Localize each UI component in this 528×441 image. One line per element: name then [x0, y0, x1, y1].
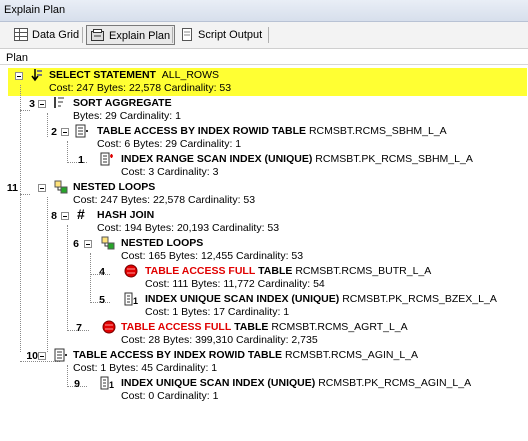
toolbar-separator	[82, 27, 83, 43]
svg-text:1: 1	[109, 380, 114, 390]
svg-text:1: 1	[133, 296, 138, 306]
tree-connector	[20, 85, 21, 352]
op-object: RCMSBT.RCMS_SBHM_L_A	[308, 125, 447, 137]
op-detail: Cost: 247 Bytes: 22,578 Cardinality: 53	[49, 82, 232, 94]
script-output-icon	[180, 28, 194, 41]
full-scan-icon	[102, 320, 116, 334]
index-unique-icon: 1	[124, 292, 138, 306]
op-detail: Cost: 1 Bytes: 17 Cardinality: 1	[145, 306, 290, 318]
step-number: 3	[29, 98, 35, 110]
collapse-toggle[interactable]	[61, 128, 69, 136]
op-name: TABLE	[234, 321, 269, 333]
toolbar-separator	[268, 27, 269, 43]
op-detail: Cost: 3 Cardinality: 3	[121, 166, 219, 178]
plan-section-label: Plan	[0, 49, 528, 65]
op-object: RCMSBT.PK_RCMS_BZEX_L_A	[342, 293, 497, 305]
step-number: 4	[99, 266, 105, 278]
op-name: TABLE ACCESS BY INDEX ROWID TABLE	[97, 125, 307, 137]
collapse-toggle[interactable]	[38, 184, 46, 192]
nested-loops-icon	[54, 180, 68, 194]
op-name: NESTED LOOPS	[121, 237, 204, 249]
op-detail: Cost: 28 Bytes: 399,310 Cardinality: 2,7…	[121, 334, 318, 346]
tree-connector	[20, 110, 30, 111]
op-detail: Cost: 194 Bytes: 20,193 Cardinality: 53	[97, 222, 280, 234]
window-title: Explain Plan	[0, 0, 528, 22]
op-name: TABLE	[258, 265, 293, 277]
step-number: 10	[26, 350, 38, 362]
nested-loops-icon	[101, 236, 115, 250]
collapse-toggle[interactable]	[15, 72, 23, 80]
tab-data-grid-label: Data Grid	[32, 29, 80, 41]
full-scan-icon	[124, 264, 138, 278]
op-name: INDEX UNIQUE SCAN INDEX (UNIQUE)	[145, 293, 340, 305]
tab-data-grid[interactable]: Data Grid	[10, 25, 83, 45]
op-detail: Cost: 1 Bytes: 45 Cardinality: 1	[73, 362, 218, 374]
op-name: SORT AGGREGATE	[73, 97, 172, 109]
index-scan-icon	[100, 152, 113, 166]
tab-explain-plan[interactable]: Explain Plan	[86, 25, 176, 45]
collapse-toggle[interactable]	[84, 240, 92, 248]
op-name-full-scan: TABLE ACCESS FULL	[121, 321, 232, 333]
op-detail: Cost: 111 Bytes: 11,772 Cardinality: 54	[145, 278, 325, 290]
op-name: SELECT STATEMENT	[49, 69, 156, 81]
table-access-icon	[54, 348, 67, 362]
grid-icon	[14, 28, 28, 41]
hash-join-icon: #	[77, 206, 85, 222]
tree-connector	[20, 194, 30, 195]
op-object: RCMSBT.PK_RCMS_SBHM_L_A	[315, 153, 473, 165]
step-number: 1	[78, 154, 84, 166]
op-detail: Cost: 247 Bytes: 22,578 Cardinality: 53	[73, 194, 256, 206]
op-name: HASH JOIN	[97, 209, 155, 221]
collapse-toggle[interactable]	[38, 100, 46, 108]
op-name: NESTED LOOPS	[73, 181, 156, 193]
op-name: INDEX RANGE SCAN INDEX (UNIQUE)	[121, 153, 313, 165]
plan-tree[interactable]: SELECT STATEMENT ALL_ROWS Cost: 247 Byte…	[0, 65, 528, 441]
op-object: RCMSBT.PK_RCMS_AGIN_L_A	[318, 377, 472, 389]
table-access-icon	[75, 124, 88, 138]
tab-explain-plan-label: Explain Plan	[109, 30, 171, 42]
op-name: TABLE ACCESS BY INDEX ROWID TABLE	[73, 349, 283, 361]
index-unique-icon: 1	[100, 376, 114, 390]
op-detail: Bytes: 29 Cardinality: 1	[73, 110, 181, 122]
op-object: RCMSBT.RCMS_AGIN_L_A	[284, 349, 419, 361]
tab-script-output[interactable]: Script Output	[176, 25, 266, 45]
result-tabs-toolbar: Data Grid Explain Plan Script Output	[0, 22, 528, 49]
op-object: ALL_ROWS	[161, 69, 219, 81]
op-object: RCMSBT.RCMS_AGRT_L_A	[271, 321, 408, 333]
op-detail: Cost: 0 Cardinality: 1	[121, 390, 219, 402]
step-number: 6	[73, 238, 79, 250]
step-number: 9	[74, 378, 80, 390]
step-number: 2	[51, 126, 57, 138]
collapse-toggle[interactable]	[61, 212, 69, 220]
explain-plan-icon	[91, 29, 105, 42]
step-number: 8	[51, 210, 57, 222]
sort-icon	[54, 97, 64, 108]
step-number: 7	[76, 322, 82, 334]
op-name: INDEX UNIQUE SCAN INDEX (UNIQUE)	[121, 377, 316, 389]
op-object: RCMSBT.RCMS_BUTR_L_A	[295, 265, 432, 277]
toolbar-separator	[172, 27, 173, 43]
op-detail: Cost: 165 Bytes: 12,455 Cardinality: 53	[121, 250, 304, 262]
op-name-full-scan: TABLE ACCESS FULL	[145, 265, 256, 277]
step-number: 11	[6, 182, 18, 194]
op-detail: Cost: 6 Bytes: 29 Cardinality: 1	[97, 138, 242, 150]
step-number: 5	[99, 294, 105, 306]
select-statement-icon	[31, 69, 42, 82]
tab-script-output-label: Script Output	[198, 29, 263, 41]
collapse-toggle[interactable]	[38, 352, 46, 360]
